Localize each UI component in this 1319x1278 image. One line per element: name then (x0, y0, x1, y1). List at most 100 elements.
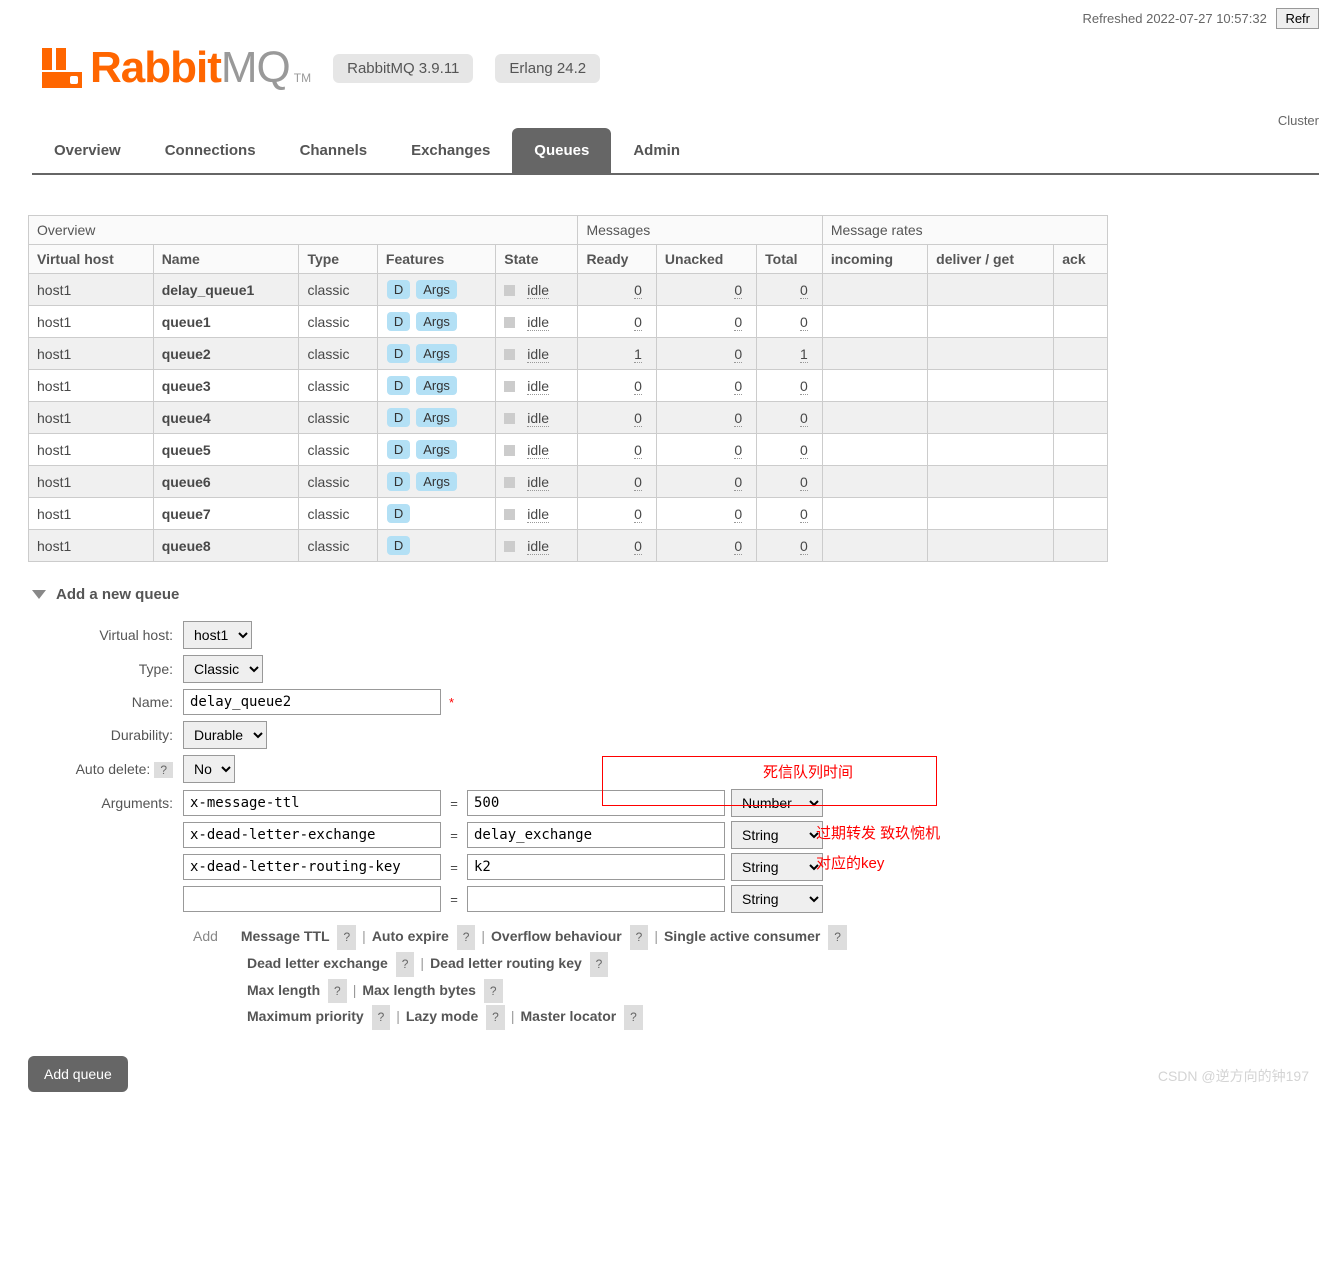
durable-badge: D (387, 280, 410, 299)
arg-key-input[interactable] (183, 886, 441, 912)
helper-link[interactable]: Lazy mode (406, 1008, 478, 1024)
help-icon[interactable]: ? (457, 925, 476, 950)
cell-incoming (822, 338, 927, 370)
cell-total: 0 (757, 274, 823, 306)
cell-name[interactable]: queue4 (153, 402, 299, 434)
col-unacked[interactable]: Unacked (656, 245, 756, 274)
table-row: host1 delay_queue1 classic D Args idle 0… (29, 274, 1108, 306)
cell-state: idle (496, 434, 578, 466)
cell-type: classic (299, 530, 377, 562)
helper-link[interactable]: Message TTL (241, 928, 330, 944)
help-icon[interactable]: ? (396, 952, 415, 977)
arg-value-input[interactable] (467, 854, 725, 880)
help-icon[interactable]: ? (484, 979, 503, 1004)
cell-ready: 0 (578, 274, 656, 306)
cell-name[interactable]: queue6 (153, 466, 299, 498)
help-icon[interactable]: ? (154, 762, 173, 778)
vhost-select[interactable]: host1 (183, 621, 252, 649)
helper-link[interactable]: Maximum priority (247, 1008, 364, 1024)
table-row: host1 queue6 classic D Args idle 0 0 0 (29, 466, 1108, 498)
arguments-label: Arguments: (28, 789, 183, 811)
annotation-key: 对应的key (816, 852, 884, 873)
cell-unacked: 0 (656, 306, 756, 338)
helper-link[interactable]: Overflow behaviour (491, 928, 622, 944)
arguments-grid: 死信队列时间 过期转发 致玖惋机 对应的key = Number = Strin… (183, 789, 823, 913)
cell-total: 0 (757, 402, 823, 434)
cell-name[interactable]: queue5 (153, 434, 299, 466)
col-deliver[interactable]: deliver / get (928, 245, 1054, 274)
col-ack[interactable]: ack (1054, 245, 1108, 274)
col-total[interactable]: Total (757, 245, 823, 274)
cell-name[interactable]: queue7 (153, 498, 299, 530)
arg-type-select[interactable]: String (731, 853, 823, 881)
args-badge: Args (416, 440, 457, 459)
helper-link[interactable]: Max length bytes (362, 982, 476, 998)
cell-features: D Args (377, 466, 495, 498)
arg-type-select[interactable]: String (731, 821, 823, 849)
col-group-rates: Message rates (822, 216, 1107, 245)
helper-link[interactable]: Single active consumer (664, 928, 820, 944)
durability-select[interactable]: Durable (183, 721, 267, 749)
cell-name[interactable]: queue2 (153, 338, 299, 370)
arg-key-input[interactable] (183, 822, 441, 848)
helper-link[interactable]: Dead letter routing key (430, 955, 582, 971)
col-vhost[interactable]: Virtual host (29, 245, 154, 274)
arg-key-input[interactable] (183, 854, 441, 880)
cell-unacked: 0 (656, 434, 756, 466)
help-icon[interactable]: ? (630, 925, 649, 950)
tab-queues[interactable]: Queues (512, 128, 611, 173)
cell-vhost: host1 (29, 306, 154, 338)
cell-name[interactable]: queue1 (153, 306, 299, 338)
tab-overview[interactable]: Overview (32, 128, 143, 173)
cell-ready: 0 (578, 530, 656, 562)
help-icon[interactable]: ? (828, 925, 847, 950)
cell-name[interactable]: delay_queue1 (153, 274, 299, 306)
tab-channels[interactable]: Channels (278, 128, 390, 173)
cell-incoming (822, 370, 927, 402)
arg-type-select[interactable]: String (731, 885, 823, 913)
col-incoming[interactable]: incoming (822, 245, 927, 274)
helper-link[interactable]: Dead letter exchange (247, 955, 388, 971)
cell-type: classic (299, 434, 377, 466)
add-prefix: Add (193, 923, 237, 950)
arg-value-input[interactable] (467, 886, 725, 912)
state-dot-icon (504, 509, 515, 520)
arg-key-input[interactable] (183, 790, 441, 816)
help-icon[interactable]: ? (486, 1005, 505, 1030)
add-queue-section-header[interactable]: Add a new queue (28, 562, 1319, 615)
help-icon[interactable]: ? (328, 979, 347, 1004)
col-state[interactable]: State (496, 245, 578, 274)
add-queue-button[interactable]: Add queue (28, 1056, 128, 1092)
cell-name[interactable]: queue3 (153, 370, 299, 402)
cell-name[interactable]: queue8 (153, 530, 299, 562)
col-name[interactable]: Name (153, 245, 299, 274)
help-icon[interactable]: ? (590, 952, 609, 977)
helper-link[interactable]: Master locator (521, 1008, 617, 1024)
help-icon[interactable]: ? (624, 1005, 643, 1030)
type-select[interactable]: Classic (183, 655, 263, 683)
autodelete-select[interactable]: No (183, 755, 235, 783)
arg-value-input[interactable] (467, 790, 725, 816)
rabbitmq-version-badge: RabbitMQ 3.9.11 (333, 54, 473, 83)
help-icon[interactable]: ? (337, 925, 356, 950)
cell-unacked: 0 (656, 338, 756, 370)
help-icon[interactable]: ? (372, 1005, 391, 1030)
arg-type-select[interactable]: Number (731, 789, 823, 817)
name-input[interactable] (183, 689, 441, 715)
cell-type: classic (299, 306, 377, 338)
col-features[interactable]: Features (377, 245, 495, 274)
refresh-button[interactable]: Refr (1276, 8, 1319, 29)
erlang-version-badge: Erlang 24.2 (495, 54, 600, 83)
tab-admin[interactable]: Admin (611, 128, 702, 173)
helper-link[interactable]: Auto expire (372, 928, 449, 944)
cell-features: D Args (377, 434, 495, 466)
helper-link[interactable]: Max length (247, 982, 320, 998)
col-type[interactable]: Type (299, 245, 377, 274)
tab-connections[interactable]: Connections (143, 128, 278, 173)
tab-exchanges[interactable]: Exchanges (389, 128, 512, 173)
cell-unacked: 0 (656, 466, 756, 498)
col-ready[interactable]: Ready (578, 245, 656, 274)
arg-value-input[interactable] (467, 822, 725, 848)
cell-incoming (822, 530, 927, 562)
cell-vhost: host1 (29, 370, 154, 402)
